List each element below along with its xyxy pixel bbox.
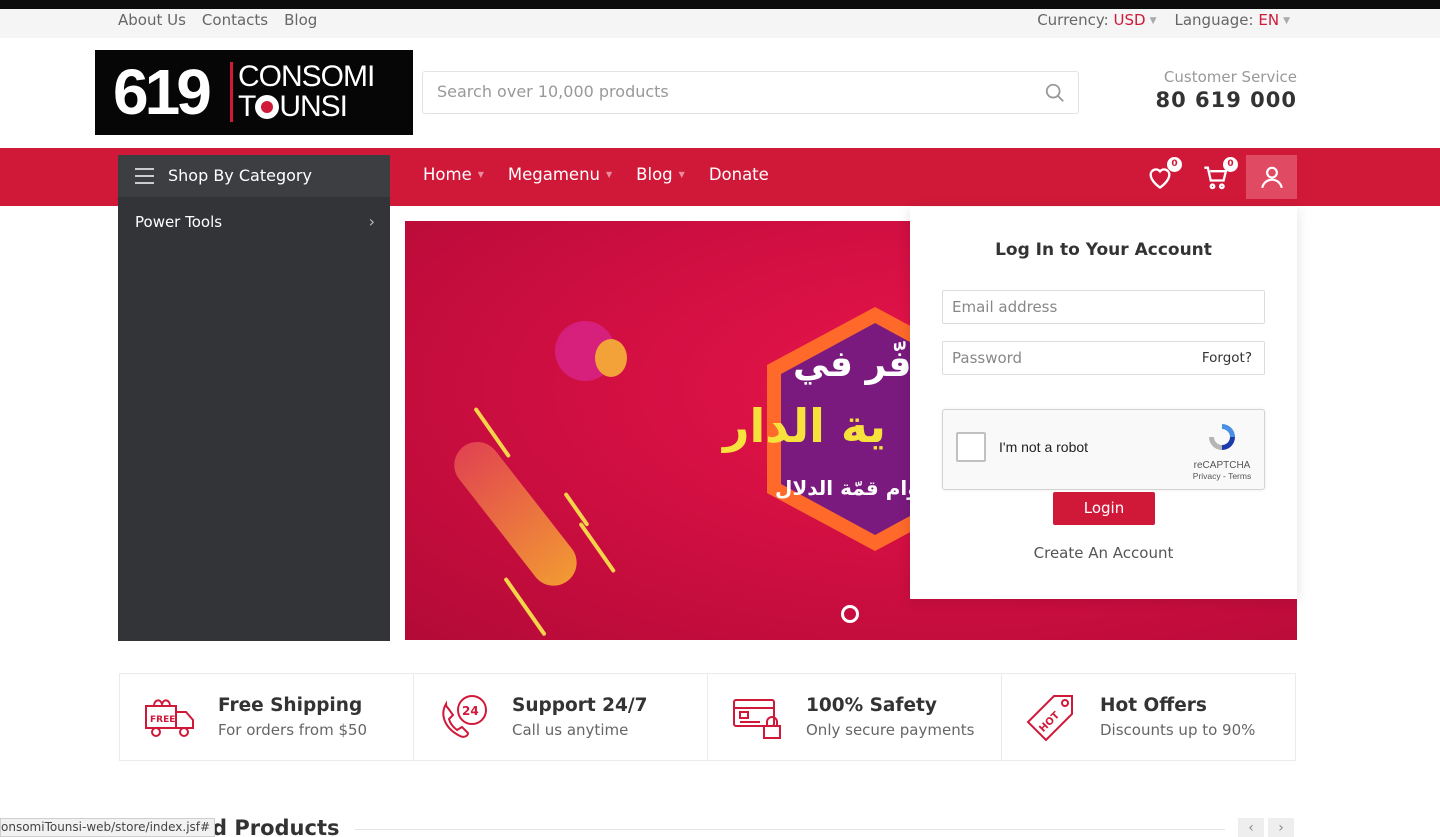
chevron-down-icon: ▼: [678, 170, 685, 179]
password-field-box: Forgot?: [942, 341, 1265, 375]
svg-text:HOT: HOT: [1038, 710, 1063, 735]
login-dropdown: Log In to Your Account Forgot? I'm not a…: [910, 207, 1297, 599]
customer-service: Customer Service 80 619 000: [1155, 68, 1297, 112]
decor-pill: [445, 432, 586, 595]
recaptcha-widget: I'm not a robot reCAPTCHA Privacy - Term…: [942, 409, 1265, 490]
support-24-icon: 24: [442, 695, 487, 738]
about-us-link[interactable]: About Us: [118, 11, 186, 29]
secure-card-icon: [733, 699, 781, 739]
features-strip: FREE Free Shipping For orders from $50 2…: [119, 673, 1296, 761]
login-button[interactable]: Login: [1053, 492, 1155, 525]
category-header-label: Shop By Category: [168, 166, 312, 185]
decor-stroke: [503, 576, 547, 637]
top-border: [0, 0, 1440, 9]
target-icon: [255, 95, 280, 119]
banner-text-line2: ية الدار: [723, 399, 887, 453]
feature-title: Hot Offers: [1100, 695, 1207, 716]
category-sidebar: Shop By Category Power Tools ›: [118, 155, 390, 641]
language-label: Language:: [1174, 11, 1254, 29]
svg-text:FREE: FREE: [150, 715, 175, 725]
chevron-down-icon: ▼: [1149, 15, 1157, 26]
recaptcha-icon: [1209, 424, 1235, 450]
wishlist-button[interactable]: 0: [1146, 157, 1182, 191]
currency-value: USD: [1113, 11, 1146, 29]
nav-item-megamenu[interactable]: Megamenu ▼: [508, 165, 612, 184]
nav-item-donate[interactable]: Donate: [709, 165, 769, 184]
password-field[interactable]: [952, 349, 1192, 367]
currency-label: Currency:: [1037, 11, 1109, 29]
svg-text:24: 24: [462, 704, 479, 718]
blog-link[interactable]: Blog: [284, 11, 317, 29]
search-box: [422, 71, 1079, 114]
decor-stroke: [578, 521, 617, 574]
search-input[interactable]: [437, 82, 1017, 101]
logo-separator: [230, 62, 233, 122]
nav-item-home[interactable]: Home ▼: [423, 165, 484, 184]
recaptcha-label: I'm not a robot: [999, 439, 1089, 455]
logo-number: 619: [113, 56, 212, 128]
customer-service-label: Customer Service: [1163, 68, 1297, 86]
truck-icon: FREE: [145, 699, 194, 737]
create-account-link[interactable]: Create An Account: [910, 544, 1297, 562]
feature-subtitle: Discounts up to 90%: [1100, 721, 1256, 739]
cart-button[interactable]: 0: [1202, 157, 1238, 191]
decor-stroke: [563, 491, 590, 527]
email-field-box: [942, 290, 1265, 324]
feature-safety: 100% Safety Only secure payments: [708, 674, 1002, 760]
feature-subtitle: Only secure payments: [806, 721, 975, 739]
chevron-left-icon[interactable]: ‹: [1238, 818, 1264, 837]
logo-line2: T UNSI: [238, 90, 348, 123]
chevron-right-icon: ›: [368, 212, 375, 231]
site-logo[interactable]: 619 CONSOMI T UNSI: [95, 50, 413, 135]
chevron-down-icon: ▼: [606, 170, 613, 179]
feature-free-shipping: FREE Free Shipping For orders from $50: [120, 674, 414, 760]
forgot-password-link[interactable]: Forgot?: [1202, 350, 1252, 366]
feature-subtitle: For orders from $50: [218, 721, 368, 739]
customer-service-phone: 80 619 000: [1155, 88, 1297, 112]
hot-tag-icon: HOT: [1026, 695, 1073, 742]
decor-circle: [595, 339, 627, 377]
contacts-link[interactable]: Contacts: [202, 11, 268, 29]
language-selector[interactable]: Language: EN ▼: [1175, 11, 1291, 29]
recaptcha-logo: reCAPTCHA Privacy - Terms: [1192, 420, 1252, 481]
main-nav: Home ▼ Megamenu ▼ Blog ▼ Donate: [423, 165, 793, 184]
feature-hot-offers: HOT Hot Offers Discounts up to 90%: [1002, 674, 1295, 760]
slider-dot[interactable]: [841, 605, 859, 623]
section-divider: [355, 829, 1225, 830]
feature-subtitle: Call us anytime: [512, 721, 629, 739]
feature-title: 100% Safety: [806, 695, 937, 716]
category-item-label: Power Tools: [135, 213, 223, 231]
chevron-down-icon: ▼: [1283, 15, 1290, 26]
header: 619 CONSOMI TUNSI Customer Service 80 61…: [0, 38, 1440, 148]
feature-support: 24 Support 24/7 Call us anytime: [414, 674, 708, 760]
account-button[interactable]: [1246, 155, 1297, 199]
menu-icon: [135, 168, 154, 184]
products-section-header: d Products ‹ ›: [0, 810, 1440, 837]
nav-item-blog[interactable]: Blog ▼: [636, 165, 685, 184]
search-icon[interactable]: [1044, 82, 1066, 104]
cart-count-badge: 0: [1223, 157, 1238, 172]
top-bar: About Us Contacts Blog Currency: USD ▼ La…: [0, 9, 1440, 38]
wishlist-count-badge: 0: [1167, 157, 1182, 172]
language-value: EN: [1258, 11, 1280, 29]
recaptcha-checkbox[interactable]: [956, 432, 986, 462]
chevron-down-icon: ▼: [477, 170, 484, 179]
currency-selector[interactable]: Currency: USD ▼: [1037, 11, 1156, 29]
logo-line1: CONSOMI: [238, 60, 375, 93]
login-title: Log In to Your Account: [995, 240, 1212, 260]
shop-by-category-toggle[interactable]: Shop By Category: [118, 155, 390, 197]
category-item-power-tools[interactable]: Power Tools ›: [118, 211, 390, 235]
user-icon: [1261, 166, 1283, 189]
feature-title: Free Shipping: [218, 695, 363, 716]
section-title: d Products: [212, 816, 340, 837]
chevron-right-icon[interactable]: ›: [1268, 818, 1294, 837]
feature-title: Support 24/7: [512, 695, 648, 716]
browser-status-url: onsomiTounsi-web/store/index.jsf#: [0, 818, 216, 837]
email-field[interactable]: [952, 298, 1192, 316]
